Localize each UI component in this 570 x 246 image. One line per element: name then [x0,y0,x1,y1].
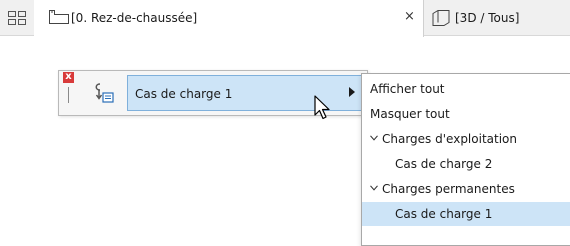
menu-item-show-all[interactable]: Afficher tout [362,77,570,101]
load-case-icon [95,83,114,103]
menu-item-load-case-1[interactable]: Cas de charge 1 [362,202,570,226]
menu-item-label: Cas de charge 1 [395,207,493,221]
menu-group-live-loads[interactable]: Charges d'exploitation [362,127,570,151]
menu-item-label: Afficher tout [370,82,445,96]
mouse-pointer-icon [314,95,330,120]
tab-3d-view-label: [3D / Tous] [455,11,520,25]
tab-close-button[interactable]: × [404,10,415,24]
tab-bar: [0. Rez-de-chaussée] × [3D / Tous] [0,0,570,37]
submenu-arrow-icon [349,87,355,97]
chevron-down-icon[interactable] [370,135,378,141]
tab-3d-view[interactable]: [3D / Tous] [425,0,570,36]
palette-drag-handle[interactable] [68,87,69,103]
palette-close-button[interactable]: x [63,72,74,83]
menu-item-label: Charges d'exploitation [382,132,517,146]
load-case-select-value: Cas de charge 1 [135,87,233,101]
menu-item-load-case-2[interactable]: Cas de charge 2 [362,152,570,176]
3d-view-icon [432,10,450,26]
view-grid-icon[interactable] [8,11,26,25]
menu-item-label: Charges permanentes [382,182,515,196]
floor-plan-icon [49,10,69,24]
load-case-menu: Afficher tout Masquer tout Charges d'exp… [361,73,570,246]
menu-item-label: Masquer tout [370,107,450,121]
menu-item-label: Cas de charge 2 [395,157,493,171]
chevron-down-icon[interactable] [370,185,378,191]
menu-group-permanent-loads[interactable]: Charges permanentes [362,177,570,201]
tab-floor-plan-label: [0. Rez-de-chaussée] [71,11,198,25]
menu-item-hide-all[interactable]: Masquer tout [362,102,570,126]
tab-floor-plan[interactable]: [0. Rez-de-chaussée] × [34,0,424,37]
